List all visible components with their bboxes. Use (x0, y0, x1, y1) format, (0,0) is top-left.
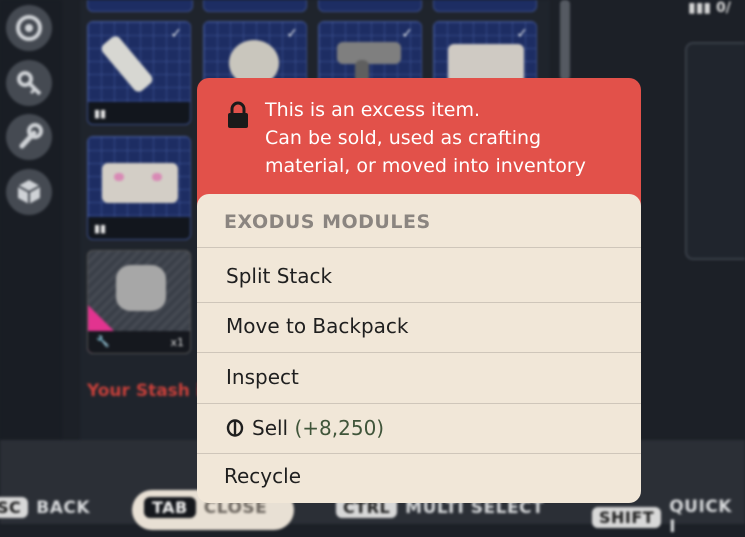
hint-label: QUICK I (669, 497, 732, 537)
key-tab: TAB (144, 497, 196, 518)
inspect-button[interactable]: Inspect (197, 353, 641, 403)
check-icon: ✓ (401, 26, 413, 42)
stash-slot[interactable] (203, 0, 307, 12)
menu-item-label: Split Stack (226, 264, 333, 288)
check-icon: ✓ (286, 26, 298, 42)
hint-back[interactable]: SC BACK (0, 497, 90, 518)
wrench-icon: 🔧 (96, 335, 110, 348)
stash-slot[interactable]: ✓ ▮▮ (87, 21, 191, 125)
key-sc: SC (0, 497, 29, 518)
menu-item-label: Sell (252, 416, 289, 440)
left-rail (0, 0, 62, 440)
stash-slot[interactable] (433, 0, 537, 12)
eye-icon[interactable] (6, 5, 52, 51)
menu-item-label: Recycle (224, 464, 301, 488)
recycle-button[interactable]: Recycle (197, 452, 641, 502)
key-icon[interactable] (6, 60, 52, 106)
warning-line: material, or moved into inventory (265, 155, 586, 177)
wrench-icon[interactable] (6, 114, 52, 160)
item-quantity: x1 (170, 336, 184, 349)
blueprint-icon: ▮▮ (94, 222, 107, 235)
stash-slot[interactable]: ▮▮ (87, 136, 191, 240)
menu-item-label: Inspect (226, 365, 299, 389)
right-panel (685, 42, 745, 260)
cube-icon[interactable] (6, 169, 52, 215)
item-category: EXODUS MODULES (224, 211, 431, 233)
lock-icon (228, 101, 248, 128)
key-shift: SHIFT (592, 506, 662, 528)
warning-line: Can be sold, used as crafting (265, 127, 542, 149)
check-icon: ✓ (516, 26, 528, 42)
hint-label: BACK (36, 497, 91, 518)
stash-slot-special[interactable]: 🔧 x1 (87, 250, 191, 354)
action-menu: EXODUS MODULES Split Stack Move to Backp… (197, 194, 641, 503)
item-context-menu: This is an excess item. Can be sold, use… (197, 78, 641, 503)
divider (197, 247, 641, 248)
scrollbar[interactable] (560, 0, 570, 80)
hint-quick[interactable]: SHIFT QUICK I (592, 497, 745, 537)
stash-slot[interactable] (318, 0, 422, 12)
stash-slot[interactable] (87, 0, 193, 12)
menu-item-label: Move to Backpack (226, 314, 409, 338)
split-stack-button[interactable]: Split Stack (197, 252, 641, 302)
sell-amount: (+8,250) (294, 416, 385, 440)
warning-text: This is an excess item. Can be sold, use… (265, 96, 586, 180)
warning-line: This is an excess item. (265, 99, 481, 121)
right-counter: ▮▮▮ 0/ (688, 0, 731, 16)
sell-button[interactable]: Sell (+8,250) (197, 404, 641, 454)
move-to-backpack-button[interactable]: Move to Backpack (197, 302, 641, 352)
stash-warning-text: Your Stash i (87, 381, 202, 401)
coin-icon (226, 419, 244, 437)
check-icon: ✓ (170, 26, 182, 42)
blueprint-icon: ▮▮ (94, 107, 107, 120)
